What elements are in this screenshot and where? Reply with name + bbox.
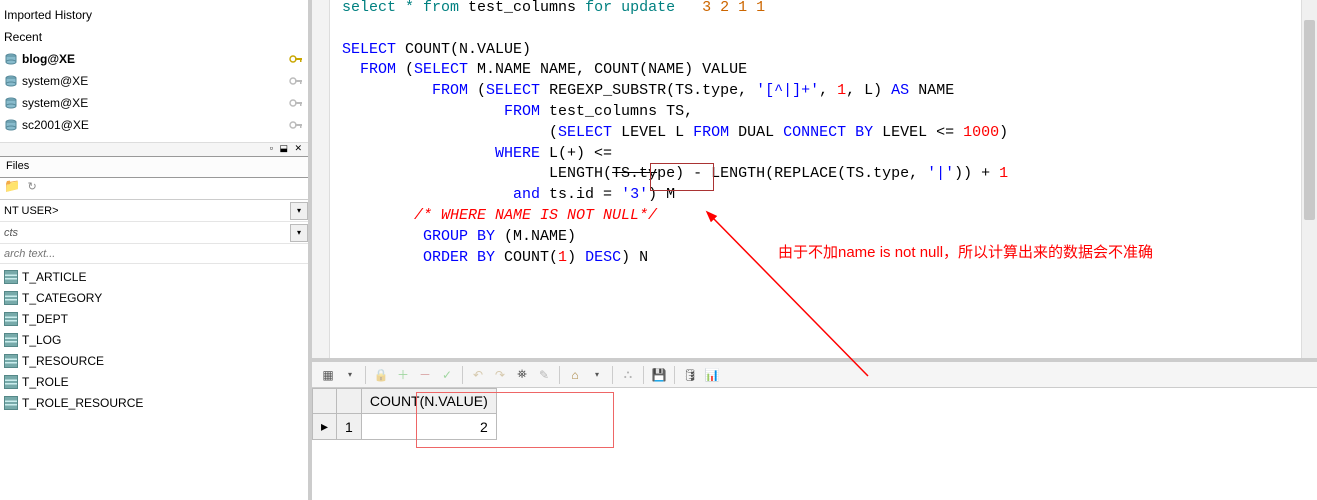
- search-input[interactable]: [0, 244, 308, 263]
- table-row[interactable]: ▸ 1 2: [313, 414, 497, 440]
- delete-row-button[interactable]: －: [415, 365, 435, 385]
- key-icon: [288, 117, 304, 133]
- connection-sc2001[interactable]: sc2001@XE: [0, 114, 306, 136]
- db-icon: [4, 74, 18, 88]
- table-label: T_CATEGORY: [22, 291, 102, 305]
- add-row-button[interactable]: ＋: [393, 365, 413, 385]
- db-button[interactable]: 🛢: [680, 365, 700, 385]
- files-tab[interactable]: Files: [0, 156, 308, 178]
- user-dropdown-button[interactable]: ▾: [290, 202, 308, 220]
- history-section: Imported History Recent blog@XE system@X…: [0, 0, 308, 140]
- commit-button[interactable]: ✓: [437, 365, 457, 385]
- left-panel: Imported History Recent blog@XE system@X…: [0, 0, 312, 500]
- chart-button[interactable]: 📊: [702, 365, 722, 385]
- table-icon: [4, 354, 18, 368]
- right-pane: select * from test_columns for update 3 …: [312, 0, 1317, 500]
- table-label: T_ARTICLE: [22, 270, 86, 284]
- key-icon: [288, 73, 304, 89]
- search-row[interactable]: [0, 244, 308, 264]
- connection-label: system@XE: [22, 96, 288, 110]
- user-selector[interactable]: ▾: [0, 200, 308, 222]
- sql-editor[interactable]: select * from test_columns for update 3 …: [312, 0, 1317, 362]
- connection-blog[interactable]: blog@XE: [0, 48, 306, 70]
- key-icon: [288, 95, 304, 111]
- table-label: T_ROLE: [22, 375, 69, 389]
- table-item[interactable]: T_LOG: [0, 329, 308, 350]
- table-icon: [4, 270, 18, 284]
- funnel-button[interactable]: ⛬: [618, 365, 638, 385]
- connection-system-1[interactable]: system@XE: [0, 70, 306, 92]
- folder-icon[interactable]: 📁: [4, 178, 20, 193]
- table-item[interactable]: T_CATEGORY: [0, 287, 308, 308]
- imported-history[interactable]: Imported History: [0, 4, 306, 26]
- row-number: 1: [337, 414, 362, 440]
- cell-value[interactable]: 2: [361, 414, 496, 440]
- edit-button[interactable]: ✎: [534, 365, 554, 385]
- grid-button[interactable]: ▦: [318, 365, 338, 385]
- db-icon: [4, 52, 18, 66]
- refresh-icon[interactable]: ↻: [28, 181, 37, 193]
- table-label: T_ROLE_RESOURCE: [22, 396, 143, 410]
- table-icon: [4, 375, 18, 389]
- connection-label: blog@XE: [22, 52, 288, 66]
- redo-button[interactable]: ↶: [490, 365, 510, 385]
- table-label: T_LOG: [22, 333, 61, 347]
- imported-history-label: Imported History: [4, 8, 304, 22]
- scrollbar[interactable]: [1301, 0, 1317, 362]
- filter-input[interactable]: [0, 222, 290, 243]
- table-item[interactable]: T_ROLE: [0, 371, 308, 392]
- table-icon: [4, 396, 18, 410]
- corner-cell[interactable]: [337, 389, 362, 414]
- user-input[interactable]: [0, 200, 290, 221]
- table-item[interactable]: T_ARTICLE: [0, 266, 308, 287]
- home-button[interactable]: ⌂: [565, 365, 585, 385]
- dd-button-2[interactable]: ▾: [587, 365, 607, 385]
- connection-label: sc2001@XE: [22, 118, 288, 132]
- recent-group[interactable]: Recent: [0, 26, 306, 48]
- table-icon: [4, 312, 18, 326]
- sql-code[interactable]: select * from test_columns for update 3 …: [330, 0, 1317, 268]
- db-icon: [4, 96, 18, 110]
- undo-button[interactable]: ↶: [468, 365, 488, 385]
- table-item[interactable]: T_RESOURCE: [0, 350, 308, 371]
- save-button[interactable]: 💾: [649, 365, 669, 385]
- lock-button[interactable]: 🔒: [371, 365, 391, 385]
- table-item[interactable]: T_DEPT: [0, 308, 308, 329]
- table-label: T_DEPT: [22, 312, 68, 326]
- table-icon: [4, 291, 18, 305]
- table-icon: [4, 333, 18, 347]
- result-toolbar: ▦ ▾ 🔒 ＋ － ✓ ↶ ↶ ⛯ ✎ ⌂ ▾ ⛬ 💾 🛢 📊: [312, 362, 1317, 388]
- row-marker[interactable]: ▸: [313, 414, 337, 440]
- db-icon: [4, 118, 18, 132]
- find-button[interactable]: ⛯: [512, 365, 532, 385]
- result-table[interactable]: COUNT(N.VALUE) ▸ 1 2: [312, 388, 497, 440]
- table-list: T_ARTICLE T_CATEGORY T_DEPT T_LOG T_RESO…: [0, 264, 308, 500]
- dock-controls[interactable]: ▫ ⬓ ✕: [0, 142, 308, 156]
- key-icon: [288, 51, 304, 67]
- table-label: T_RESOURCE: [22, 354, 104, 368]
- corner-cell[interactable]: [313, 389, 337, 414]
- connection-system-2[interactable]: system@XE: [0, 92, 306, 114]
- recent-label: Recent: [4, 30, 304, 44]
- files-toolbar: 📁 ↻: [0, 178, 308, 200]
- connection-label: system@XE: [22, 74, 288, 88]
- dd-button[interactable]: ▾: [340, 365, 360, 385]
- sql-gutter: [312, 0, 330, 358]
- filter-dropdown-button[interactable]: ▾: [290, 224, 308, 242]
- column-header[interactable]: COUNT(N.VALUE): [361, 389, 496, 414]
- table-item[interactable]: T_ROLE_RESOURCE: [0, 392, 308, 413]
- result-grid: COUNT(N.VALUE) ▸ 1 2: [312, 388, 1317, 440]
- object-type-selector[interactable]: ▾: [0, 222, 308, 244]
